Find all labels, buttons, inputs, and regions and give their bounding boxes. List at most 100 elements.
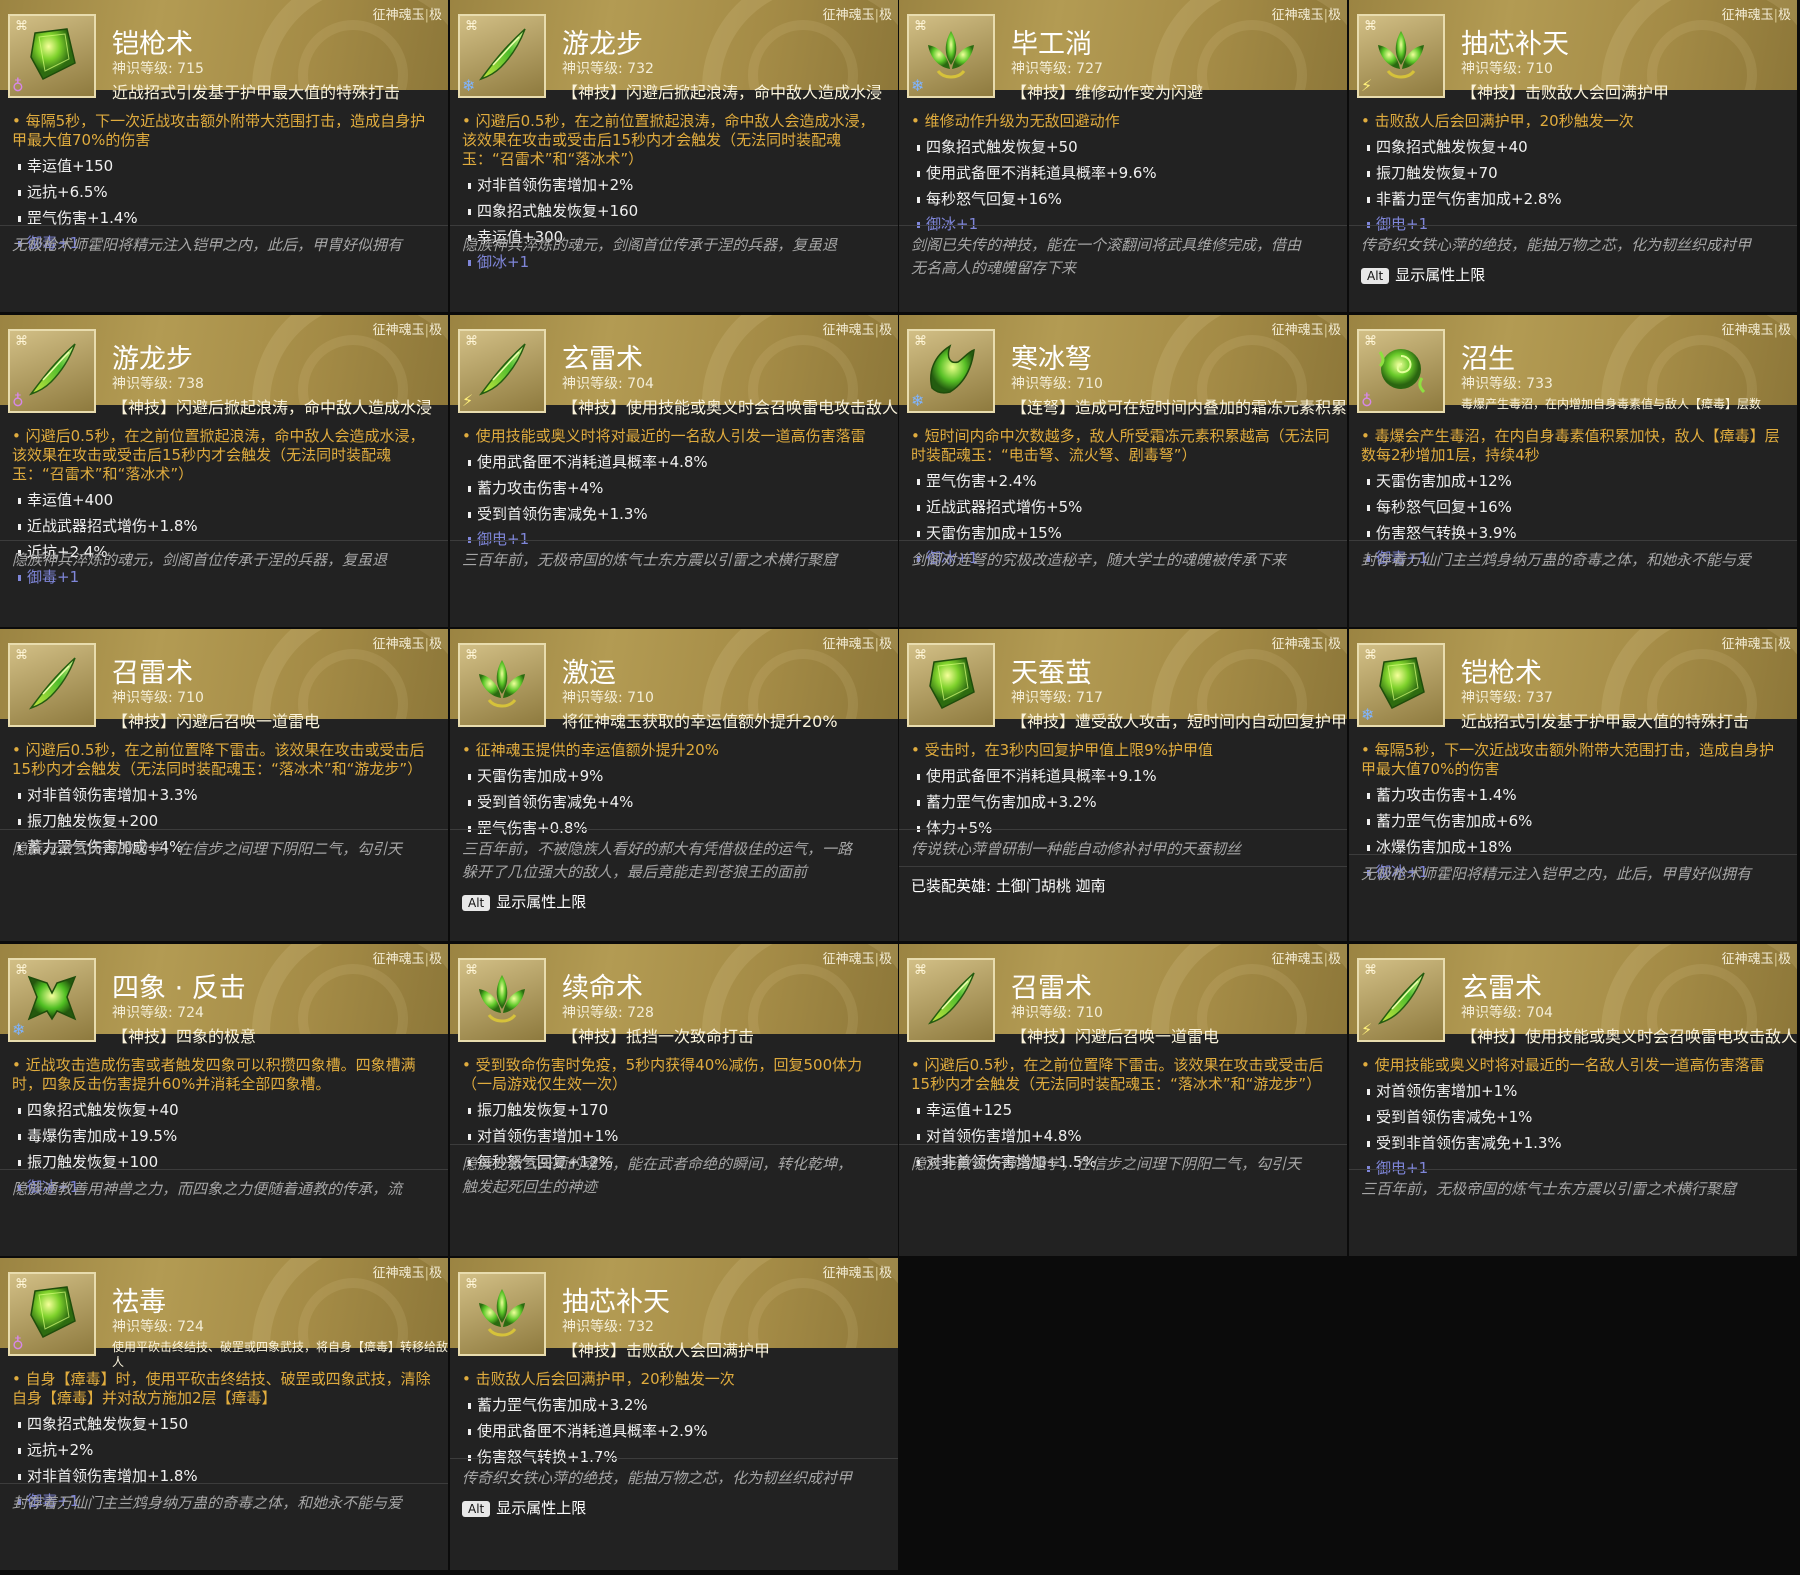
soul-jade-card[interactable]: 征神魂玉|极 ⌘ 召雷术 神识等级: 710 【神技】闪避后召唤一道雷电 • 闪避后0.5… (899, 944, 1347, 1256)
tier-label: 征神魂玉|极 (372, 8, 442, 23)
show-stat-cap-hint[interactable]: Alt 显示属性上限 (1361, 264, 1485, 285)
stat-line: 天雷伤害加成+9% (468, 767, 898, 786)
stat-line: 蓄力攻击伤害+4% (468, 479, 898, 498)
lore-line: 隐族通教善用神兽之力，而四象之力便随着通教的传承，流 (12, 1180, 403, 1198)
card-subtitle: 【神技】闪避后掀起浪涛，命中敌人造成水浸 (562, 83, 883, 102)
ice-element-icon: ❄ (1361, 705, 1375, 724)
soul-jade-card[interactable]: 征神魂玉|极 ⌘ ⚡ 抽芯补天 神识等级: 710 【神技】击败敌人会回满护甲 • 击败敌人… (1349, 0, 1797, 312)
lotus-gem-icon (1370, 23, 1432, 89)
stat-line: 对首领伤害增加+1% (1367, 1082, 1797, 1101)
card-title: 铠枪术 (1461, 658, 1542, 689)
blade-gem-icon (21, 338, 83, 404)
soul-jade-card[interactable]: 征神魂玉|极 ⌘ ⚡ 玄雷术 神识等级: 704 【神技】使用技能或奥义时会召唤雷电攻击敌… (1349, 944, 1797, 1256)
spirit-level: 神识等级: 710 (562, 690, 654, 706)
soul-jade-card[interactable]: 征神魂玉|极 ⌘ ❄ 游龙步 神识等级: 732 【神技】闪避后掀起浪涛，命中敌人造成水浸… (450, 0, 898, 312)
stat-line: 幸运值+150 (18, 157, 448, 176)
ice-element-icon: ❄ (12, 1020, 26, 1039)
soul-jade-card[interactable]: 征神魂玉|极 ⌘ ⚡ 玄雷术 神识等级: 704 【神技】使用技能或奥义时会召唤雷电攻击敌… (450, 315, 898, 627)
stat-line: 使用武备匣不消耗道具概率+2.9% (468, 1422, 898, 1441)
card-title: 祛毒 (112, 1287, 166, 1318)
card-body: • 维修动作升级为无敌回避动作 四象招式触发恢复+50 使用武备匣不消耗道具概率+9… (899, 112, 1347, 234)
lore-line: 剑阁已失传的神技，能在一个滚翻间将武具维修完成，借由 (911, 236, 1302, 254)
tier-label: 征神魂玉|极 (1271, 952, 1341, 967)
tier-label: 征神魂玉|极 (1721, 952, 1791, 967)
soul-jade-icon: ⌘ ❄ (458, 14, 546, 98)
lore-line: 无极枪术师霍阳将精元注入铠甲之内，此后，甲胄好似拥有 (12, 236, 403, 254)
lore-text: 三百年前，无极帝国的炼气士东方震以引雷之术横行聚窟 (450, 540, 898, 572)
soul-jade-card[interactable]: 征神魂玉|极 ⌘ 续命术 神识等级: 728 【神技】抵挡一次致命打击 • 受到致命伤害时… (450, 944, 898, 1256)
card-subtitle: 【神技】击败敌人会回满护甲 (562, 1341, 771, 1360)
stat-line: 幸运值+125 (917, 1101, 1347, 1120)
card-title: 召雷术 (112, 658, 193, 689)
lore-line: 三百年前，无极帝国的炼气士东方震以引雷之术横行聚窟 (462, 551, 838, 569)
card-body: • 使用技能或奥义时将对最近的一名敌人引发一道高伤害落雷 使用武备匣不消耗道具概率… (450, 427, 898, 549)
card-subtitle: 【神技】击败敌人会回满护甲 (1461, 83, 1670, 102)
soul-jade-card[interactable]: 征神魂玉|极 ⌘ ❄ 铠枪术 神识等级: 737 近战招式引发基于护甲最大值的特殊打击 • … (1349, 629, 1797, 941)
main-effect: • 受击时，在3秒内回复护甲值上限9%护甲值 (911, 741, 1213, 759)
blade-gem-icon (471, 23, 533, 89)
card-subtitle: 【神技】抵挡一次致命打击 (562, 1027, 755, 1046)
main-effect: • 每隔5秒，下一次近战攻击额外附带大范围打击，造成自身护甲最大值70%的伤害 (1361, 741, 1775, 778)
main-effect: • 受到致命伤害时免疫，5秒内获得40%减伤，回复500体力（一局游戏仅生效一次… (462, 1056, 863, 1093)
soul-jade-card[interactable]: 征神魂玉|极 ⌘ ♁ 游龙步 神识等级: 738 【神技】闪避后掀起浪涛，命中敌人造成水浸… (0, 315, 448, 627)
blade-gem-icon (1370, 967, 1432, 1033)
soul-jade-card[interactable]: 征神魂玉|极 ⌘ ❄ 寒冰弩 神识等级: 710 【连弩】造成可在短时间内叠加的霜冻元素积… (899, 315, 1347, 627)
spirit-level: 神识等级: 715 (112, 61, 204, 77)
soul-jade-card[interactable]: 征神魂玉|极 ⌘ 天蚕茧 神识等级: 717 【神技】遭受敌人攻击，短时间内自动回复护甲… (899, 629, 1347, 941)
show-stat-cap-hint[interactable]: Alt 显示属性上限 (462, 891, 586, 912)
lore-text: 三百年前，不被隐族人看好的郝大有凭借极佳的运气，一路 躲开了几位强大的敌人，最后竟… (450, 829, 898, 884)
lore-line: 触发起死回生的神迹 (462, 1178, 598, 1196)
lore-text: 剑阁对连弩的究极改造秘辛，随大学士的魂魄被传承下来 (899, 540, 1347, 572)
card-body: • 击败敌人后会回满护甲，20秒触发一次 四象招式触发恢复+40 振刀触发恢复+70… (1349, 112, 1797, 234)
main-effect: • 每隔5秒，下一次近战攻击额外附带大范围打击，造成自身护甲最大值70%的伤害 (12, 112, 426, 149)
card-title: 玄雷术 (1461, 973, 1542, 1004)
lotus-gem-icon (471, 967, 533, 1033)
stat-line: 幸运值+400 (18, 491, 448, 510)
card-title: 激运 (562, 658, 616, 689)
soul-jade-card[interactable]: 征神魂玉|极 ⌘ ❄ 毕工淌 神识等级: 727 【神技】维修动作变为闪避 • 维修动作升级… (899, 0, 1347, 312)
stat-line: 蓄力罡气伤害加成+3.2% (917, 793, 1347, 812)
card-subtitle: 【神技】使用技能或奥义时会召唤雷电攻击敌人 (562, 398, 898, 417)
stat-line: 受到非首领伤害减免+1.3% (1367, 1134, 1797, 1153)
tier-label: 征神魂玉|极 (822, 323, 892, 338)
soul-jade-card[interactable]: 征神魂玉|极 ⌘ ❄ 四象 · 反击 神识等级: 724 【神技】四象的极意 • 近战攻击造… (0, 944, 448, 1256)
soul-jade-card[interactable]: 征神魂玉|极 ⌘ ♁ 祛毒 神识等级: 724 使用平砍击终结技、破罡或四象武技，将自身【… (0, 1258, 448, 1570)
card-subtitle: 【神技】遭受敌人攻击，短时间内自动回复护甲值 (1011, 712, 1347, 731)
spirit-level: 神识等级: 710 (1011, 376, 1103, 392)
stat-line: 蓄力罡气伤害加成+3.2% (468, 1396, 898, 1415)
lore-line: 封存着万仙门主兰鸩身纳万蛊的奇毒之体，和她永不能与爱 (12, 1494, 403, 1512)
spirit-level: 神识等级: 717 (1011, 690, 1103, 706)
soul-jade-card[interactable]: 征神魂玉|极 ⌘ ♁ 沼生 神识等级: 733 毒爆产生毒沼，在内增加自身毒素值与敌人【瘴… (1349, 315, 1797, 627)
main-effect: • 闪避后0.5秒，在之前位置降下雷击。该效果在攻击或受击后15秒内才会触发（无… (911, 1056, 1324, 1093)
stat-line: 每秒怒气回复+16% (917, 190, 1347, 209)
main-effect: • 闪避后0.5秒，在之前位置掀起浪涛，命中敌人会造成水浸，该效果在攻击或受击后… (462, 112, 875, 168)
soul-jade-icon: ⌘ ❄ (907, 14, 995, 98)
tier-label: 征神魂玉|极 (1271, 637, 1341, 652)
lore-line: 隐族神兵淬炼的魂元，剑阁首位传承于涅的兵器，复虽退 (12, 551, 388, 569)
lore-line: 隐族元教玄天师的绝学，在信步之间理下阴阳二气，勾引天 (911, 1155, 1302, 1173)
lore-line: 隐族元教玄天师的绝学，在信步之间理下阴阳二气，勾引天 (12, 840, 403, 858)
tier-label: 征神魂玉|极 (1721, 637, 1791, 652)
soul-jade-card[interactable]: 征神魂玉|极 ⌘ ♁ 铠枪术 神识等级: 715 近战招式引发基于护甲最大值的特殊打击 • … (0, 0, 448, 312)
show-stat-cap-hint[interactable]: Alt 显示属性上限 (462, 1497, 586, 1518)
soul-jade-card[interactable]: 征神魂玉|极 ⌘ 抽芯补天 神识等级: 732 【神技】击败敌人会回满护甲 • 击败敌人后… (450, 1258, 898, 1570)
stat-line: 受到首领伤害减免+4% (468, 793, 898, 812)
stat-line: 四象招式触发恢复+50 (917, 138, 1347, 157)
soul-jade-card[interactable]: 征神魂玉|极 ⌘ 激运 神识等级: 710 将征神魂玉获取的幸运值额外提升20% • 征神… (450, 629, 898, 941)
lore-line: 隐族元教玄天师的魂元，能在武者命绝的瞬间，转化乾坤， (462, 1155, 853, 1173)
spirit-level: 神识等级: 724 (112, 1005, 204, 1021)
lore-line: 无极枪术师霍阳将精元注入铠甲之内，此后，甲胄好似拥有 (1361, 865, 1752, 883)
lore-text: 传奇织女铁心萍的绝技，能抽万物之芯，化为韧丝织成衬甲 (1349, 225, 1797, 257)
spirit-level: 神识等级: 728 (562, 1005, 654, 1021)
spirit-level: 神识等级: 732 (562, 61, 654, 77)
card-subtitle: 毒爆产生毒沼，在内增加自身毒素值与敌人【瘴毒】层数 (1461, 397, 1762, 411)
card-subtitle: 【神技】闪避后召唤一道雷电 (112, 712, 321, 731)
card-title: 抽芯补天 (562, 1287, 670, 1318)
spirit-level: 神识等级: 732 (562, 1319, 654, 1335)
main-effect: • 征神魂玉提供的幸运值额外提升20% (462, 741, 719, 759)
soul-jade-card[interactable]: 征神魂玉|极 ⌘ 召雷术 神识等级: 710 【神技】闪避后召唤一道雷电 • 闪避后0.5… (0, 629, 448, 941)
lore-text: 隐族元教玄天师的绝学，在信步之间理下阴阳二气，勾引天 (0, 829, 448, 861)
card-title: 四象 · 反击 (112, 973, 246, 1004)
card-title: 续命术 (562, 973, 643, 1004)
card-title: 游龙步 (562, 29, 643, 60)
